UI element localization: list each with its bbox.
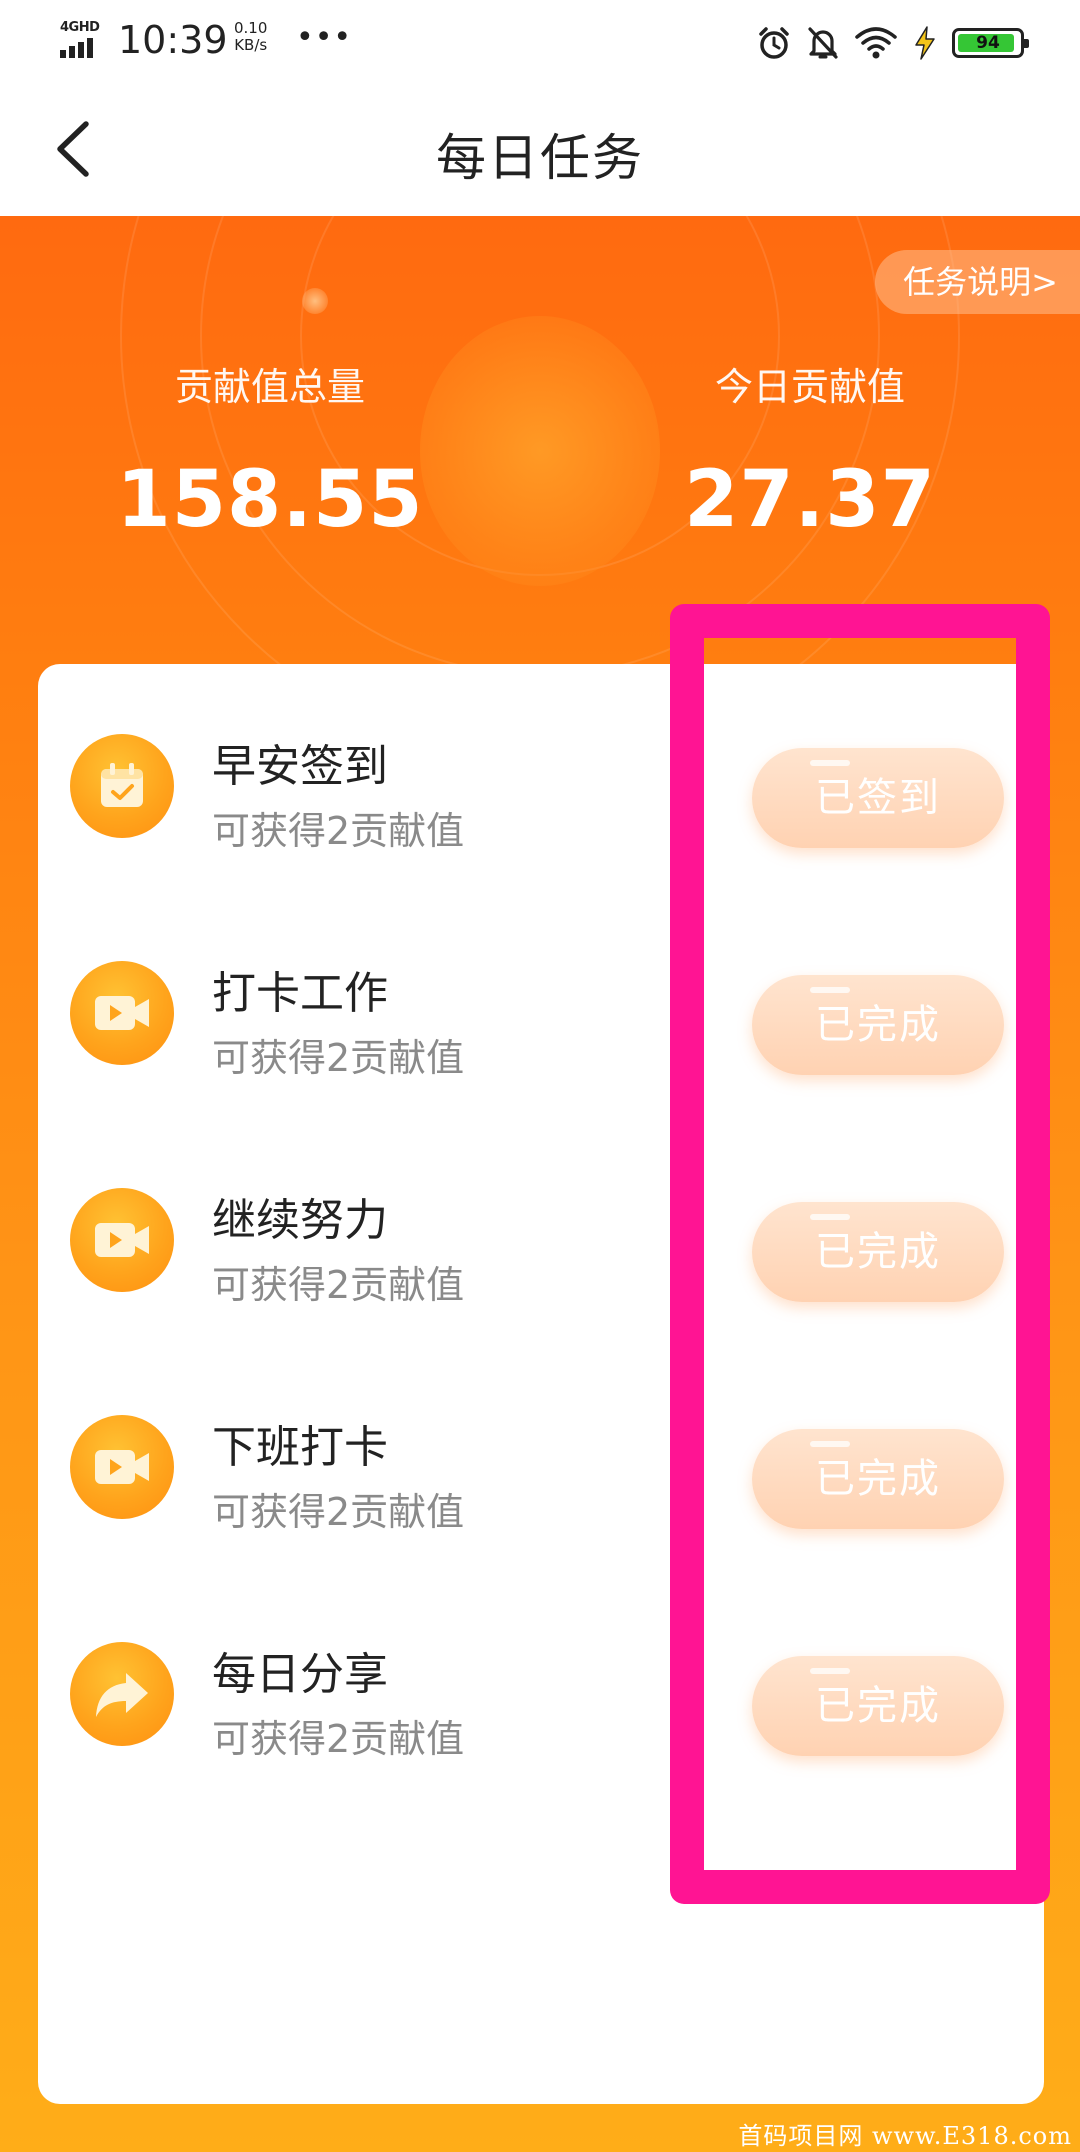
battery-level: 94: [976, 33, 1000, 53]
today-contribution-value: 27.37: [684, 455, 936, 545]
charging-icon: [915, 26, 935, 60]
total-contribution-label: 贡献值总量: [174, 365, 365, 409]
video-icon: [70, 961, 174, 1065]
status-bar: 4GHD 10:39 0.10 KB/s ••• 94: [0, 0, 1080, 88]
task-title: 打卡工作: [212, 968, 388, 1019]
task-reward: 可获得2贡献值: [212, 1717, 465, 1761]
highlight-annotation-box: [670, 604, 1050, 1904]
network-speed: 0.10 KB/s: [234, 20, 267, 54]
speed-value: 0.10: [234, 19, 268, 37]
video-icon: [70, 1415, 174, 1519]
network-type: 4GHD: [60, 20, 100, 35]
total-contribution-value: 158.55: [116, 455, 424, 545]
video-icon: [70, 1188, 174, 1292]
task-title: 继续努力: [212, 1195, 388, 1246]
page-title: 每日任务: [436, 129, 644, 187]
decor-glow: [420, 316, 660, 586]
task-reward: 可获得2贡献值: [212, 1036, 465, 1080]
system-icons: 94: [756, 20, 1029, 66]
watermark: 首码项目网 www.E318.com: [738, 2122, 1072, 2150]
nav-bar: 每日任务: [0, 88, 1080, 216]
task-reward: 可获得2贡献值: [212, 809, 465, 853]
task-title: 早安签到: [212, 741, 388, 792]
more-notifications: •••: [296, 20, 353, 55]
signal-icon: [60, 38, 93, 58]
speed-unit: KB/s: [234, 36, 268, 54]
decor-spark: [302, 288, 328, 314]
task-description-link[interactable]: 任务说明>: [875, 250, 1080, 314]
task-reward: 可获得2贡献值: [212, 1490, 465, 1534]
alarm-icon: [759, 27, 789, 59]
today-contribution-label: 今日贡献值: [714, 365, 905, 409]
share-arrow-icon: [70, 1642, 174, 1746]
task-title: 每日分享: [212, 1649, 388, 1700]
clock: 10:39: [118, 18, 228, 62]
today-contribution: 今日贡献值 27.37: [630, 356, 990, 545]
task-reward: 可获得2贡献值: [212, 1263, 465, 1307]
calendar-check-icon: [70, 734, 174, 838]
signal-indicator: 4GHD: [60, 20, 106, 58]
wifi-icon: [855, 27, 897, 59]
total-contribution: 贡献值总量 158.55: [90, 356, 450, 545]
mute-icon: [808, 27, 838, 59]
battery-icon: 94: [952, 28, 1029, 58]
task-title: 下班打卡: [212, 1422, 388, 1473]
